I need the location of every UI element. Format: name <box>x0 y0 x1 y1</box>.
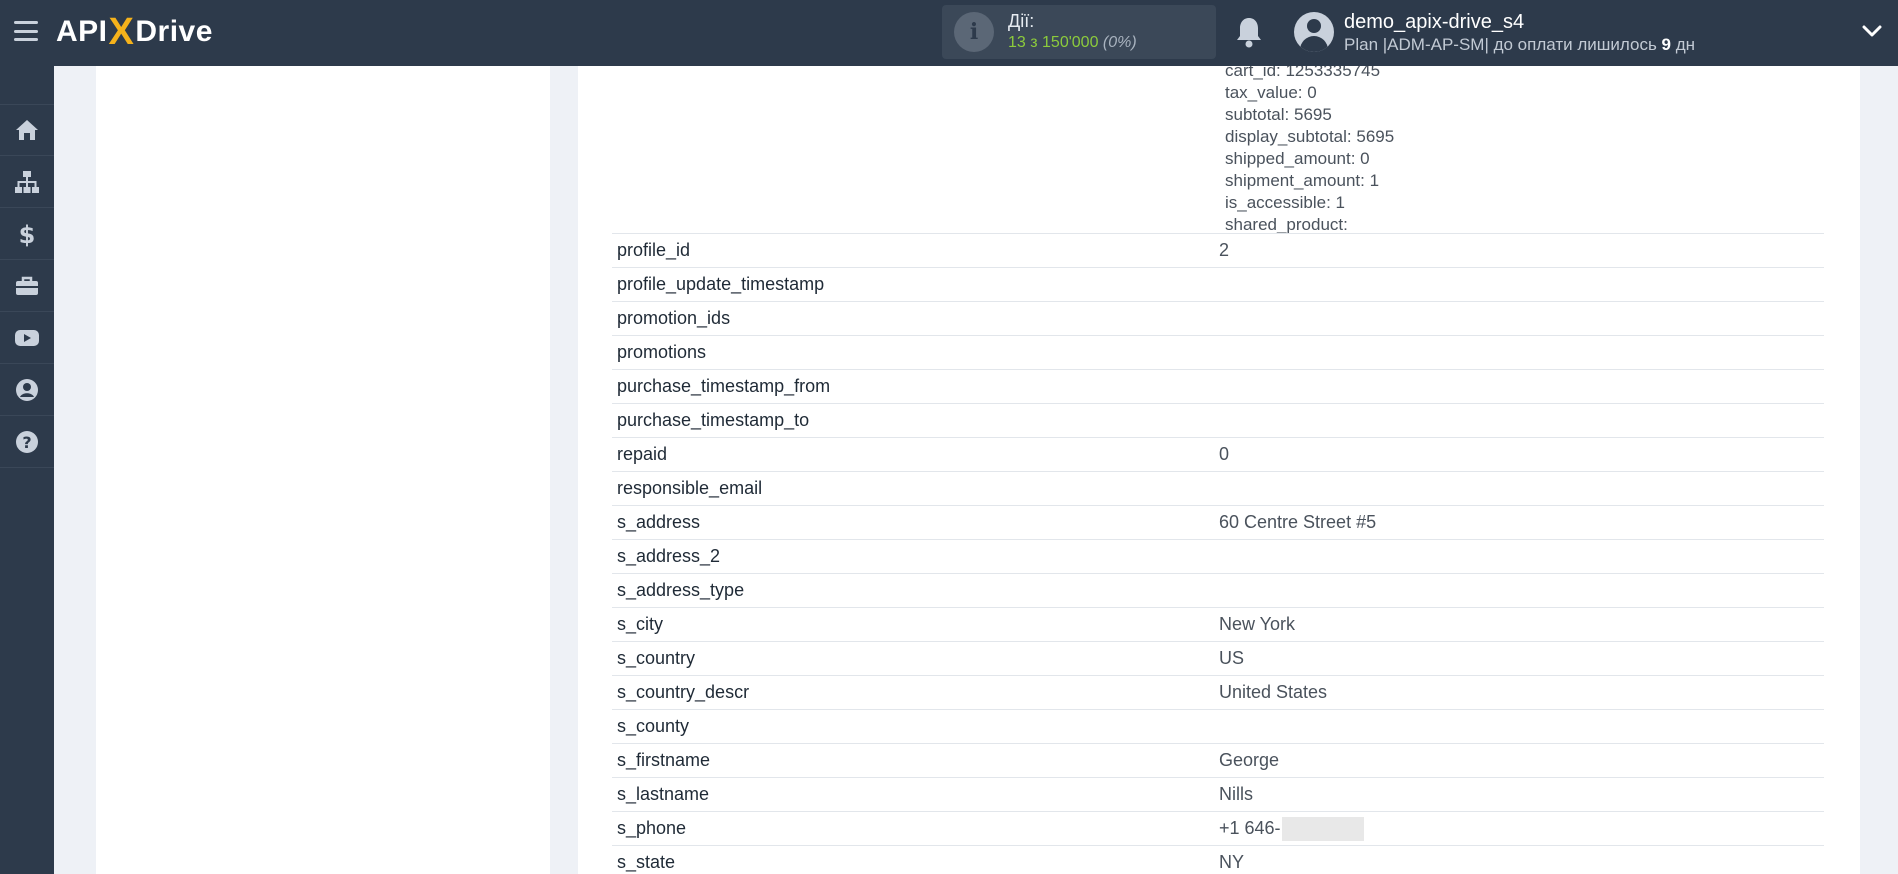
table-row: promotion_ids <box>612 301 1824 335</box>
bell-icon[interactable] <box>1234 16 1264 48</box>
sidebar-item-home[interactable] <box>0 104 54 156</box>
table-row: s_firstname George <box>612 743 1824 777</box>
logo-text-x: X <box>108 10 135 53</box>
sitemap-icon <box>15 170 39 193</box>
field-name: s_city <box>617 614 664 634</box>
redacted-block <box>1281 816 1364 841</box>
field-name: responsible_email <box>617 478 763 498</box>
table-row: s_address_type <box>612 573 1824 607</box>
sidebar-item-tools[interactable] <box>0 260 54 312</box>
field-value: New York <box>1219 614 1296 634</box>
field-name: purchase_timestamp_from <box>617 376 831 396</box>
hamburger-menu-icon[interactable] <box>14 21 38 41</box>
field-value: George <box>1219 750 1280 770</box>
table-row: s_country US <box>612 641 1824 675</box>
field-name: profile_id <box>617 240 691 260</box>
nested-value: shipped_amount: 0 <box>1225 149 1370 168</box>
field-name: s_address_2 <box>617 546 721 566</box>
field-name: s_county <box>617 716 690 736</box>
table-row: s_lastname Nills <box>612 777 1824 811</box>
table-row: s_country_descr United States <box>612 675 1824 709</box>
sidebar-item-billing[interactable]: $ <box>0 208 54 260</box>
table-row: s_phone +1 646- <box>612 811 1824 845</box>
table-row: promotions <box>612 335 1824 369</box>
field-name: s_phone <box>617 818 687 838</box>
field-name: purchase_timestamp_to <box>617 410 810 430</box>
field-value: 0 <box>1219 444 1230 464</box>
sidebar-item-video[interactable] <box>0 312 54 364</box>
user-name[interactable]: demo_apix-drive_s4 <box>1344 11 1524 34</box>
briefcase-icon <box>16 276 38 295</box>
table-row: s_address_2 <box>612 539 1824 573</box>
field-value: 2 <box>1219 240 1230 260</box>
field-name: s_country_descr <box>617 682 750 702</box>
left-panel <box>96 66 550 874</box>
sidebar: $ ? <box>0 66 54 874</box>
table-row: repaid 0 <box>612 437 1824 471</box>
nested-value: is_accessible: 1 <box>1225 193 1346 212</box>
field-value: United States <box>1219 682 1328 702</box>
field-value: US <box>1219 648 1245 668</box>
sidebar-item-connections[interactable] <box>0 156 54 208</box>
field-value: Nills <box>1219 784 1253 804</box>
actions-percent: (0%) <box>1102 34 1137 51</box>
table-row: responsible_email <box>612 471 1824 505</box>
table-row: s_state NY <box>612 845 1824 874</box>
data-preview-panel: cart_id: 1253335745 tax_value: 0 subtota… <box>578 66 1860 874</box>
table-row: purchase_timestamp_to <box>612 403 1824 437</box>
field-name: profile_update_timestamp <box>617 274 825 294</box>
actions-label: Дії: <box>1008 11 1035 31</box>
field-name: promotions <box>617 342 707 362</box>
user-plan-info: Plan |ADM-AP-SM| до оплати лишилось 9 дн <box>1344 35 1696 54</box>
logo-text-drive: Drive <box>135 15 213 48</box>
nested-values-block: cart_id: 1253335745 tax_value: 0 subtota… <box>1225 66 1394 236</box>
table-row: s_county <box>612 709 1824 743</box>
actions-counter[interactable]: i Дії: 13 з 150'000 (0%) <box>942 5 1216 59</box>
dollar-icon: $ <box>19 221 36 247</box>
table-row: s_city New York <box>612 607 1824 641</box>
chevron-down-icon[interactable] <box>1862 24 1882 38</box>
field-name: s_country <box>617 648 696 668</box>
field-name: s_state <box>617 852 676 872</box>
svg-text:?: ? <box>22 433 31 452</box>
field-name: repaid <box>617 444 668 464</box>
field-value: NY <box>1219 852 1245 872</box>
home-icon <box>16 120 38 140</box>
table-row: purchase_timestamp_from <box>612 369 1824 403</box>
actions-count: 13 з 150'000 (0%) <box>1008 34 1137 51</box>
user-circle-icon <box>16 378 38 401</box>
field-name: s_firstname <box>617 750 711 770</box>
fields-table: profile_id 2 profile_update_timestamp pro… <box>612 233 1824 874</box>
nested-value: shipment_amount: 1 <box>1225 171 1380 190</box>
field-value: +1 646- <box>1219 816 1364 841</box>
question-circle-icon: ? <box>16 430 38 453</box>
nested-value: subtotal: 5695 <box>1225 105 1332 124</box>
nested-value: tax_value: 0 <box>1225 83 1317 102</box>
youtube-icon <box>15 329 39 346</box>
top-bar: API X Drive i Дії: 13 з 150'000 (0%) demo_… <box>0 0 1898 66</box>
apixdrive-logo[interactable]: API X Drive <box>56 10 213 54</box>
field-name: s_address <box>617 512 701 532</box>
nested-value: cart_id: 1253335745 <box>1225 66 1381 80</box>
info-icon: i <box>954 12 994 52</box>
logo-text-api: API <box>56 15 108 48</box>
table-row: profile_update_timestamp <box>612 267 1824 301</box>
field-name: s_lastname <box>617 784 710 804</box>
svg-text:$: $ <box>19 221 36 247</box>
table-row: profile_id 2 <box>612 233 1824 267</box>
field-value: 60 Centre Street #5 <box>1219 512 1377 532</box>
field-name: s_address_type <box>617 580 745 600</box>
sidebar-item-help[interactable]: ? <box>0 416 54 468</box>
field-name: promotion_ids <box>617 308 731 328</box>
sidebar-item-profile[interactable] <box>0 364 54 416</box>
user-avatar[interactable] <box>1294 12 1334 52</box>
table-row: s_address 60 Centre Street #5 <box>612 505 1824 539</box>
nested-value: display_subtotal: 5695 <box>1225 127 1395 146</box>
